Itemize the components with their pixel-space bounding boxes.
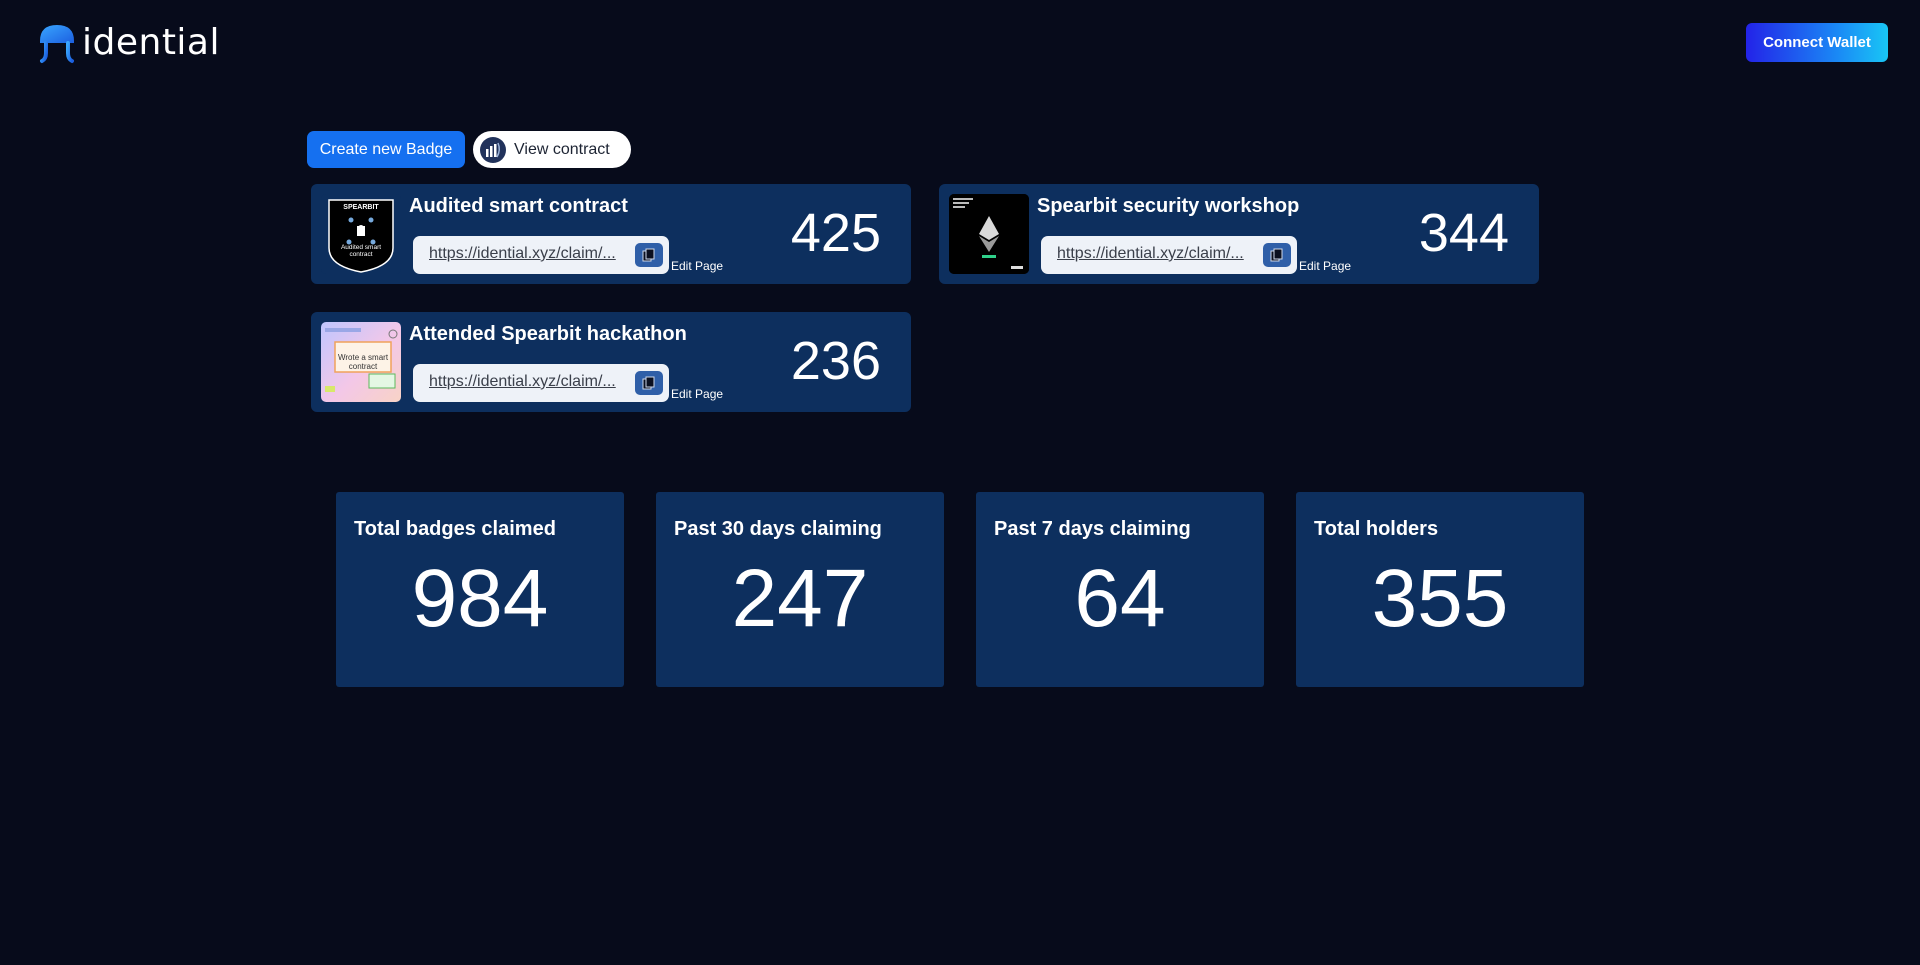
stat-card-total-badges-claimed: Total badges claimed 984 bbox=[336, 492, 624, 687]
stat-label: Past 30 days claiming bbox=[674, 518, 882, 540]
badge-title: Spearbit security workshop bbox=[1037, 195, 1300, 217]
edit-page-link[interactable]: Edit Page bbox=[1299, 259, 1351, 273]
connect-wallet-button[interactable]: Connect Wallet bbox=[1746, 23, 1888, 62]
jellyfish-logo-icon bbox=[40, 25, 74, 65]
claim-link-field: https://idential.xyz/claim/... bbox=[1041, 236, 1297, 274]
view-contract-button[interactable]: View contract bbox=[473, 131, 631, 168]
badge-thumb-text: Wrote a smart contract bbox=[337, 353, 389, 371]
create-badge-button[interactable]: Create new Badge bbox=[307, 131, 465, 168]
badge-title: Audited smart contract bbox=[409, 195, 628, 217]
claim-link-field: https://idential.xyz/claim/... bbox=[413, 236, 669, 274]
logo[interactable]: idential bbox=[38, 20, 220, 66]
stat-label: Total holders bbox=[1314, 518, 1439, 540]
stat-value: 247 bbox=[731, 553, 869, 644]
copy-button[interactable] bbox=[635, 371, 663, 395]
claim-link[interactable]: https://idential.xyz/claim/... bbox=[1057, 245, 1244, 263]
stat-card-past-7-days: Past 7 days claiming 64 bbox=[976, 492, 1264, 687]
stat-value: 355 bbox=[1371, 553, 1509, 644]
badge-image[interactable]: SPEARBIT Audited smart contract bbox=[321, 194, 401, 274]
claim-link[interactable]: https://idential.xyz/claim/... bbox=[429, 245, 616, 263]
badge-image[interactable] bbox=[949, 194, 1029, 274]
copy-icon bbox=[642, 248, 655, 262]
badge-claim-count: 344 bbox=[1418, 203, 1509, 263]
edit-page-link[interactable]: Edit Page bbox=[671, 387, 723, 401]
badge-image[interactable]: Wrote a smart contract bbox=[321, 322, 401, 402]
badge-claim-count: 236 bbox=[790, 331, 881, 391]
copy-button[interactable] bbox=[1263, 243, 1291, 267]
badge-card-spearbit-security-workshop: Spearbit security workshop https://ident… bbox=[939, 184, 1539, 284]
badge-thumb-bottom-text: Audited smart contract bbox=[340, 244, 382, 259]
badge-card-attended-spearbit-hackathon: Wrote a smart contract Attended Spearbit… bbox=[311, 312, 911, 412]
stat-card-past-30-days: Past 30 days claiming 247 bbox=[656, 492, 944, 687]
etherscan-icon bbox=[480, 136, 506, 163]
badge-card-audited-smart-contract: SPEARBIT Audited smart contract Audited … bbox=[311, 184, 911, 284]
badge-title: Attended Spearbit hackathon bbox=[409, 323, 687, 345]
view-contract-label: View contract bbox=[514, 140, 610, 158]
stat-card-total-holders: Total holders 355 bbox=[1296, 492, 1584, 687]
stat-value: 984 bbox=[411, 553, 549, 644]
claim-link[interactable]: https://idential.xyz/claim/... bbox=[429, 373, 616, 391]
header: idential Connect Wallet bbox=[0, 0, 1920, 90]
logo-text: idential bbox=[82, 22, 220, 63]
stat-value: 64 bbox=[1074, 553, 1166, 644]
stat-label: Total badges claimed bbox=[354, 518, 556, 540]
copy-button[interactable] bbox=[635, 243, 663, 267]
copy-icon bbox=[642, 376, 655, 390]
badge-claim-count: 425 bbox=[790, 203, 881, 263]
claim-link-field: https://idential.xyz/claim/... bbox=[413, 364, 669, 402]
edit-page-link[interactable]: Edit Page bbox=[671, 259, 723, 273]
stat-label: Past 7 days claiming bbox=[994, 518, 1191, 540]
badge-thumb-top-text: SPEARBIT bbox=[343, 204, 379, 211]
copy-icon bbox=[1270, 248, 1283, 262]
